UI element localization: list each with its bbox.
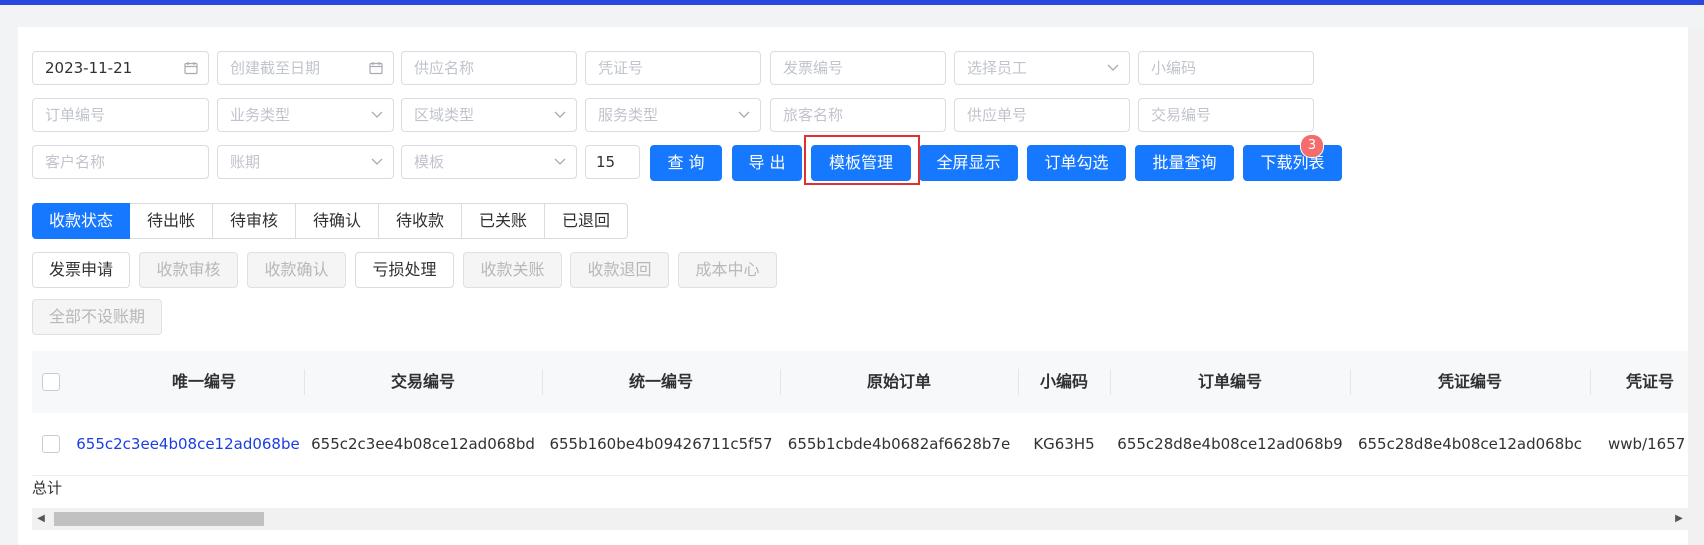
employee-placeholder: 选择员工 [967,59,1028,77]
payment-return-button[interactable]: 收款退回 [570,252,669,288]
calendar-icon [369,52,383,84]
download-list-button[interactable]: 下载列表 [1243,145,1342,181]
voucher-no-placeholder: 凭证号 [598,59,644,77]
tab-returned[interactable]: 已退回 [544,203,628,239]
table-row: 655c2c3ee4b08ce12ad068be 655c2c3ee4b08ce… [32,413,1688,476]
table-cell: 655b160be4b09426711c5f57 [549,435,773,453]
create-date-end-placeholder: 创建截至日期 [230,59,321,77]
top-accent-bar [0,0,1704,5]
chevron-down-icon [554,146,566,178]
table-cell: 655c28d8e4b08ce12ad068b9 [1117,435,1343,453]
supplier-order-input[interactable]: 供应单号 [954,98,1130,132]
template-placeholder: 模板 [414,153,445,171]
template-select[interactable]: 模板 [401,145,577,179]
traveler-name-placeholder: 旅客名称 [783,106,844,124]
scrollbar-thumb[interactable] [54,512,264,526]
region-type-placeholder: 区域类型 [414,106,475,124]
employee-select[interactable]: 选择员工 [954,51,1130,85]
highlight-box [804,135,920,185]
no-billing-all-button[interactable]: 全部不设账期 [32,299,162,335]
service-type-select[interactable]: 服务类型 [585,98,761,132]
payment-review-button[interactable]: 收款审核 [139,252,238,288]
chevron-down-icon [371,99,383,131]
customer-name-placeholder: 客户名称 [45,153,106,171]
payment-confirm-button[interactable]: 收款确认 [247,252,346,288]
table-total-label: 总计 [32,479,63,497]
status-tabs: 收款状态 待出帐 待审核 待确认 待收款 已关账 已退回 [32,203,628,239]
download-count-badge: 3 [1300,134,1324,158]
table-cell: 655c28d8e4b08ce12ad068bc [1357,435,1583,453]
supplier-name-input[interactable]: 供应名称 [401,51,577,85]
column-header: 订单编号 [1197,372,1262,391]
supplier-order-placeholder: 供应单号 [967,106,1028,124]
invoice-apply-button[interactable]: 发票申请 [32,252,130,288]
column-header: 统一编号 [628,372,693,391]
select-all-checkbox[interactable] [42,373,60,391]
tab-pending-review[interactable]: 待审核 [212,203,296,239]
column-header: 凭证编号 [1437,372,1502,391]
chevron-down-icon [1107,52,1119,84]
tab-pending-billing[interactable]: 待出帐 [129,203,213,239]
chevron-down-icon [554,99,566,131]
table-cell: KG63H5 [1033,435,1095,453]
scroll-right-icon[interactable]: ▶ [1670,508,1688,530]
table-cell: 655c2c3ee4b08ce12ad068bd [311,435,535,453]
create-date-start-value: 2023-11-21 [45,59,133,77]
order-check-button[interactable]: 订单勾选 [1027,145,1126,181]
chevron-down-icon [371,146,383,178]
query-button[interactable]: 查 询 [650,145,722,181]
short-code-input[interactable]: 小编码 [1138,51,1314,85]
batch-query-button[interactable]: 批量查询 [1135,145,1234,181]
order-no-input[interactable]: 订单编号 [32,98,209,132]
loss-handle-button[interactable]: 亏损处理 [355,252,454,288]
payment-close-button[interactable]: 收款关账 [463,252,562,288]
supplier-name-placeholder: 供应名称 [414,59,475,77]
tab-pending-payment[interactable]: 待收款 [378,203,462,239]
table-header: 唯一编号 交易编号 统一编号 原始订单 小编码 订单编号 凭证编号 凭证号 [32,351,1688,413]
business-type-placeholder: 业务类型 [230,106,291,124]
chevron-down-icon [738,99,750,131]
page-size-input[interactable]: 15 [585,145,640,179]
column-header: 小编码 [1039,372,1088,391]
table-cell: 655b1cbde4b0682af6628b7e [787,435,1011,453]
tab-pending-confirm[interactable]: 待确认 [295,203,379,239]
transaction-no-placeholder: 交易编号 [1151,106,1212,124]
invoice-no-placeholder: 发票编号 [783,59,844,77]
create-date-start-picker[interactable]: 2023-11-21 [32,51,209,85]
calendar-icon [184,52,198,84]
fullscreen-button[interactable]: 全屏显示 [919,145,1018,181]
horizontal-scrollbar[interactable]: ◀ ▶ [32,508,1688,530]
order-no-placeholder: 订单编号 [45,106,106,124]
short-code-placeholder: 小编码 [1151,59,1197,77]
cost-center-button[interactable]: 成本中心 [678,252,777,288]
business-type-select[interactable]: 业务类型 [217,98,394,132]
service-type-placeholder: 服务类型 [598,106,659,124]
column-header: 交易编号 [390,372,455,391]
region-type-select[interactable]: 区域类型 [401,98,577,132]
tab-closed[interactable]: 已关账 [461,203,545,239]
export-button[interactable]: 导 出 [732,145,802,181]
transaction-no-input[interactable]: 交易编号 [1138,98,1314,132]
customer-name-input[interactable]: 客户名称 [32,145,209,179]
table-cell: wwb/1657 [1608,435,1686,453]
create-date-end-picker[interactable]: 创建截至日期 [217,51,394,85]
column-header: 唯一编号 [171,372,236,391]
page-size-value: 15 [596,153,616,171]
column-header: 凭证号 [1625,372,1674,391]
billing-period-placeholder: 账期 [230,153,261,171]
unique-id-link[interactable]: 655c2c3ee4b08ce12ad068be [72,413,304,475]
billing-period-select[interactable]: 账期 [217,145,394,179]
traveler-name-input[interactable]: 旅客名称 [770,98,946,132]
row-checkbox[interactable] [42,435,60,453]
column-header: 原始订单 [866,372,931,391]
scroll-left-icon[interactable]: ◀ [32,508,50,530]
invoice-no-input[interactable]: 发票编号 [770,51,946,85]
vertical-scrollbar[interactable] [1688,27,1704,545]
voucher-no-input[interactable]: 凭证号 [585,51,761,85]
tab-payment-status[interactable]: 收款状态 [32,203,130,239]
